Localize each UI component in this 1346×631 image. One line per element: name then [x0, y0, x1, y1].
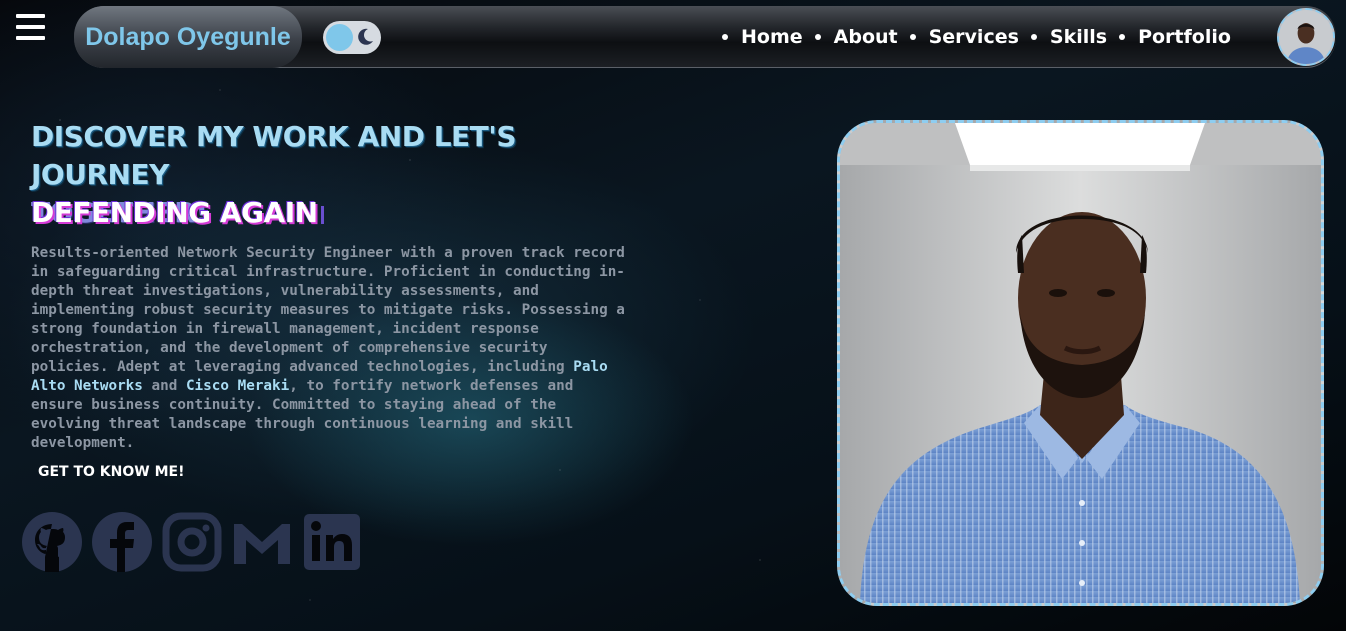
gmail-link[interactable]: [232, 512, 292, 572]
toggle-knob: [326, 24, 353, 51]
bio-text: Results-oriented Network Security Engine…: [31, 245, 625, 375]
bullet-dot: [722, 34, 728, 40]
linkedin-icon: [304, 514, 360, 570]
nav-link-about[interactable]: About: [834, 26, 898, 48]
nav-item-home: Home: [722, 26, 803, 48]
typed-role-text: Defending Again: [31, 196, 324, 229]
avatar-portrait: [1279, 10, 1333, 64]
typing-caret: [320, 206, 324, 224]
instagram-icon: [162, 512, 222, 572]
gmail-icon: [234, 524, 290, 564]
bio-text: and: [142, 378, 186, 394]
github-link[interactable]: [22, 512, 82, 572]
theme-toggle[interactable]: [323, 21, 381, 54]
headline-line-1: Discover My Work and Let's Journey: [31, 120, 517, 191]
facebook-icon: [92, 512, 152, 572]
profile-avatar[interactable]: [1277, 8, 1335, 66]
bullet-dot: [814, 34, 821, 40]
typed-text: Defending Again: [31, 196, 318, 229]
github-icon: [22, 512, 82, 572]
instagram-link[interactable]: [162, 512, 222, 572]
profile-photo-illustration: [840, 123, 1321, 603]
bullet-dot: [1030, 34, 1037, 40]
linkedin-link[interactable]: [302, 512, 362, 572]
nav-link-portfolio[interactable]: Portfolio: [1138, 26, 1231, 48]
social-links: [22, 512, 372, 572]
top-navbar: Dolapo Oyegunle Home About Services Skil…: [74, 6, 1336, 68]
nav-links: Home About Services Skills Portfolio: [722, 6, 1243, 68]
nav-item-services: Services: [909, 26, 1019, 48]
hamburger-menu-icon[interactable]: [16, 14, 45, 40]
brand-logo[interactable]: Dolapo Oyegunle: [74, 6, 302, 68]
nav-item-skills: Skills: [1030, 26, 1107, 48]
bullet-dot: [1119, 34, 1126, 40]
profile-photo: [837, 120, 1324, 606]
nav-link-skills[interactable]: Skills: [1050, 26, 1107, 48]
nav-item-portfolio: Portfolio: [1119, 26, 1231, 48]
bio-paragraph: Results-oriented Network Security Engine…: [31, 244, 631, 453]
get-to-know-me-button[interactable]: Get to know me!: [31, 455, 191, 488]
nav-link-services[interactable]: Services: [929, 26, 1019, 48]
nav-link-home[interactable]: Home: [741, 26, 803, 48]
bullet-dot: [909, 34, 916, 40]
facebook-link[interactable]: [92, 512, 152, 572]
highlight-cisco-meraki: Cisco Meraki: [185, 378, 290, 394]
nav-item-about: About: [814, 26, 898, 48]
moon-icon: [358, 28, 373, 45]
